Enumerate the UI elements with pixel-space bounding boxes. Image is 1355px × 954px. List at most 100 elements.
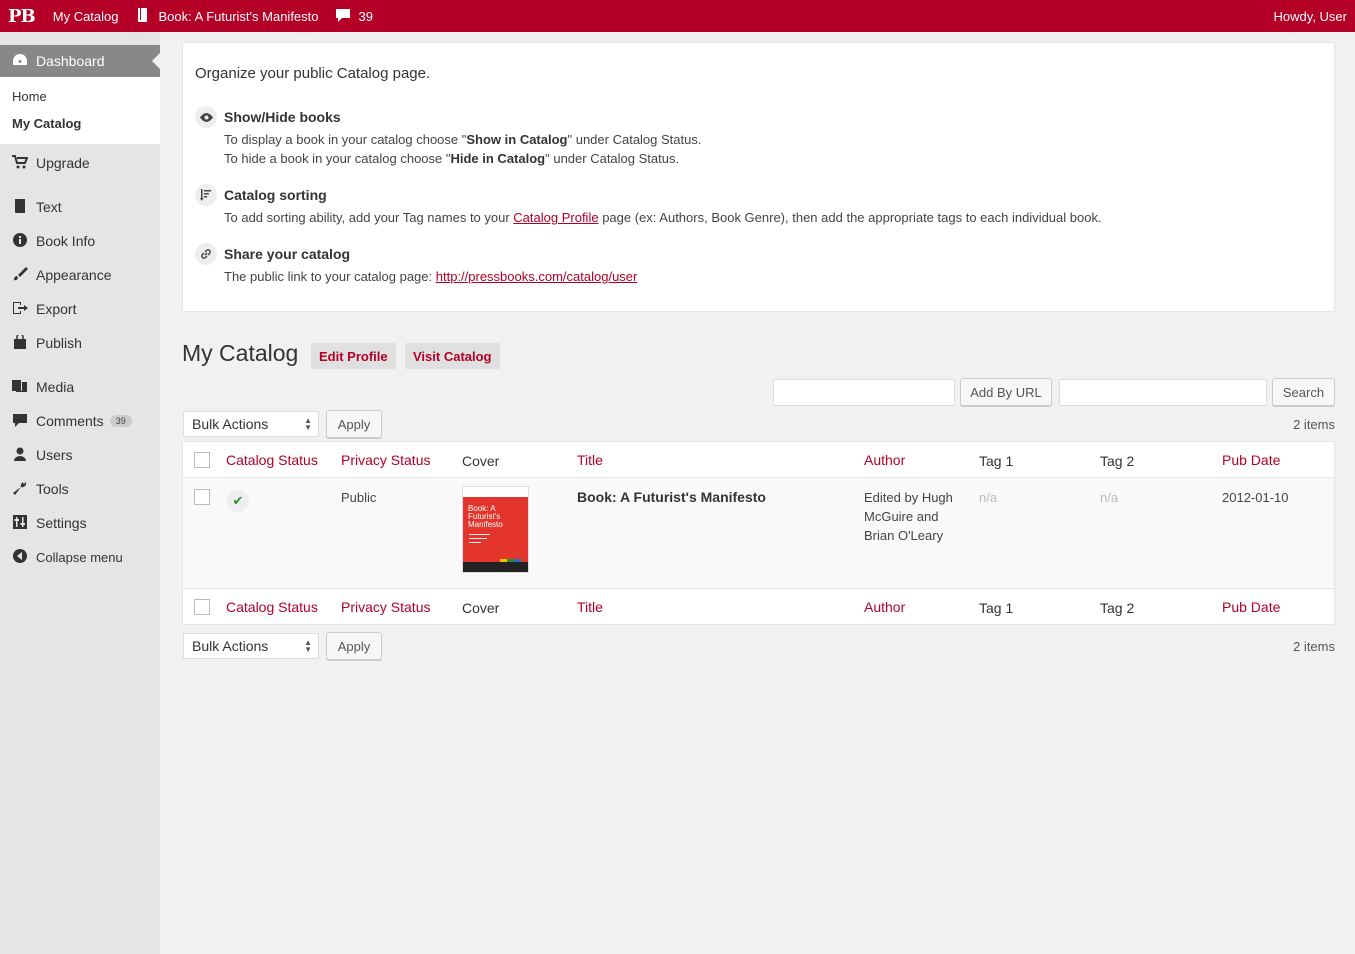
help-hide-line-bold: Hide in Catalog (450, 151, 546, 166)
book-icon (135, 7, 151, 26)
catalog-profile-link[interactable]: Catalog Profile (513, 210, 598, 225)
menu-tools[interactable]: Tools (0, 472, 160, 506)
row-author-line2: McGuire and (864, 509, 939, 524)
menu-comments-label: Comments (36, 413, 104, 429)
brush-icon (10, 266, 30, 284)
menu-publish-label: Publish (36, 335, 82, 351)
media-icon (10, 379, 30, 396)
col-cover-footer: Cover (462, 600, 500, 616)
apply-button-top[interactable]: Apply (326, 410, 382, 438)
help-intro: Organize your public Catalog page. (195, 65, 431, 82)
menu-dashboard[interactable]: Dashboard (0, 45, 160, 77)
menu-export-label: Export (36, 301, 77, 317)
cart-icon (10, 154, 30, 172)
eye-icon (195, 106, 217, 128)
col-author-footer[interactable]: Author (864, 599, 905, 615)
col-tag2-footer: Tag 2 (1100, 600, 1135, 616)
bulk-actions-select-bottom[interactable]: Bulk Actions ▲ ▼ (183, 633, 319, 659)
menu-users[interactable]: Users (0, 438, 160, 472)
menu-publish[interactable]: Publish (0, 326, 160, 360)
col-tag1-footer: Tag 1 (979, 600, 1014, 616)
row-tag1: n/a (979, 490, 998, 505)
row-author-line3: Brian O'Leary (864, 528, 944, 543)
menu-appearance-label: Appearance (36, 267, 112, 283)
public-catalog-link[interactable]: http://pressbooks.com/catalog/user (436, 269, 638, 284)
collapse-menu-button[interactable]: Collapse menu (0, 540, 160, 574)
help-show-hide-heading: Show/Hide books (195, 106, 701, 128)
menu-comments[interactable]: Comments 39 (0, 404, 160, 438)
select-all-checkbox[interactable] (194, 452, 210, 468)
help-sorting-title: Catalog sorting (224, 187, 327, 203)
help-show-line-post: " under Catalog Status. (567, 132, 702, 147)
search-input[interactable] (1059, 379, 1267, 406)
add-url-input[interactable] (773, 379, 955, 406)
search-button[interactable]: Search (1272, 378, 1335, 406)
items-count-bottom: 2 items (1293, 639, 1335, 654)
menu-settings[interactable]: Settings (0, 506, 160, 540)
help-sorting-line: To add sorting ability, add your Tag nam… (224, 208, 1102, 227)
col-pub-date[interactable]: Pub Date (1222, 452, 1280, 468)
submenu-my-catalog[interactable]: My Catalog (0, 110, 160, 137)
bulk-actions-select-top[interactable]: Bulk Actions ▲ ▼ (183, 411, 319, 437)
book-label: Book: A Futurist's Manifesto (158, 8, 319, 24)
comment-icon (10, 413, 30, 430)
dashboard-icon (10, 53, 30, 70)
menu-media[interactable]: Media (0, 370, 160, 404)
table-row: ✔ Public Book: A Futurist's Manifesto ▬▬… (183, 478, 1334, 588)
row-title[interactable]: Book: A Futurist's Manifesto (577, 488, 766, 507)
account-menu[interactable]: Howdy, User (1266, 0, 1355, 32)
items-count-top: 2 items (1293, 417, 1335, 432)
col-catalog-status-footer[interactable]: Catalog Status (226, 599, 318, 615)
col-tag2: Tag 2 (1100, 453, 1135, 469)
add-by-url-button[interactable]: Add By URL (960, 378, 1052, 406)
apply-button-bottom[interactable]: Apply (326, 632, 382, 660)
info-icon (10, 232, 30, 250)
help-show-line-pre: To display a book in your catalog choose… (224, 132, 467, 147)
menu-export[interactable]: Export (0, 292, 160, 326)
col-catalog-status[interactable]: Catalog Status (226, 452, 318, 468)
menu-book-info[interactable]: Book Info (0, 224, 160, 258)
help-share-line: The public link to your catalog page: ht… (224, 267, 637, 286)
catalog-help-panel: Organize your public Catalog page. Show/… (182, 42, 1335, 312)
row-author: Edited by Hugh McGuire and Brian O'Leary (864, 488, 953, 545)
row-checkbox[interactable] (194, 489, 210, 505)
col-title-footer[interactable]: Title (577, 599, 603, 615)
col-title[interactable]: Title (577, 452, 603, 468)
row-tag2: n/a (1100, 490, 1119, 505)
menu-upgrade-label: Upgrade (36, 155, 90, 171)
comment-icon (335, 7, 351, 26)
catalog-status-check-icon[interactable]: ✔ (227, 490, 249, 512)
help-show-line-bold: Show in Catalog (466, 132, 568, 147)
help-show-hide: Show/Hide books To display a book in you… (195, 106, 701, 168)
row-pub-date: 2012-01-10 (1222, 490, 1289, 505)
menu-text[interactable]: Text (0, 190, 160, 224)
admin-sidebar: Dashboard Home My Catalog Upgrade Text B… (0, 32, 160, 954)
edit-profile-button[interactable]: Edit Profile (311, 343, 396, 369)
menu-appearance[interactable]: Appearance (0, 258, 160, 292)
user-icon (10, 447, 30, 464)
table-footer: Catalog Status Privacy Status Cover Titl… (183, 588, 1334, 624)
collapse-icon (10, 548, 30, 566)
book-cover-bottom-bar (463, 562, 528, 572)
comments-badge: 39 (109, 415, 132, 427)
col-privacy-status[interactable]: Privacy Status (341, 452, 430, 468)
book-link[interactable]: Book: A Futurist's Manifesto (127, 0, 327, 32)
visit-catalog-button[interactable]: Visit Catalog (405, 343, 500, 369)
book-icon (10, 198, 30, 216)
col-pub-date-footer[interactable]: Pub Date (1222, 599, 1280, 615)
menu-upgrade[interactable]: Upgrade (0, 146, 160, 180)
select-all-checkbox-footer[interactable] (194, 599, 210, 615)
pressbooks-logo[interactable]: PB (0, 0, 45, 32)
col-privacy-status-footer[interactable]: Privacy Status (341, 599, 430, 615)
site-link[interactable]: My Catalog (45, 0, 127, 32)
menu-users-label: Users (36, 447, 73, 463)
dashboard-submenu: Home My Catalog (0, 77, 160, 144)
row-privacy: Public (341, 490, 377, 505)
submenu-home[interactable]: Home (0, 83, 160, 110)
greeting: Howdy, User (1273, 8, 1347, 24)
help-hide-line-post: " under Catalog Status. (545, 151, 680, 166)
help-sorting-line-pre: To add sorting ability, add your Tag nam… (224, 210, 514, 225)
select-arrows-icon: ▲ ▼ (304, 638, 312, 654)
comments-link[interactable]: 39 (327, 0, 381, 32)
col-author[interactable]: Author (864, 452, 905, 468)
